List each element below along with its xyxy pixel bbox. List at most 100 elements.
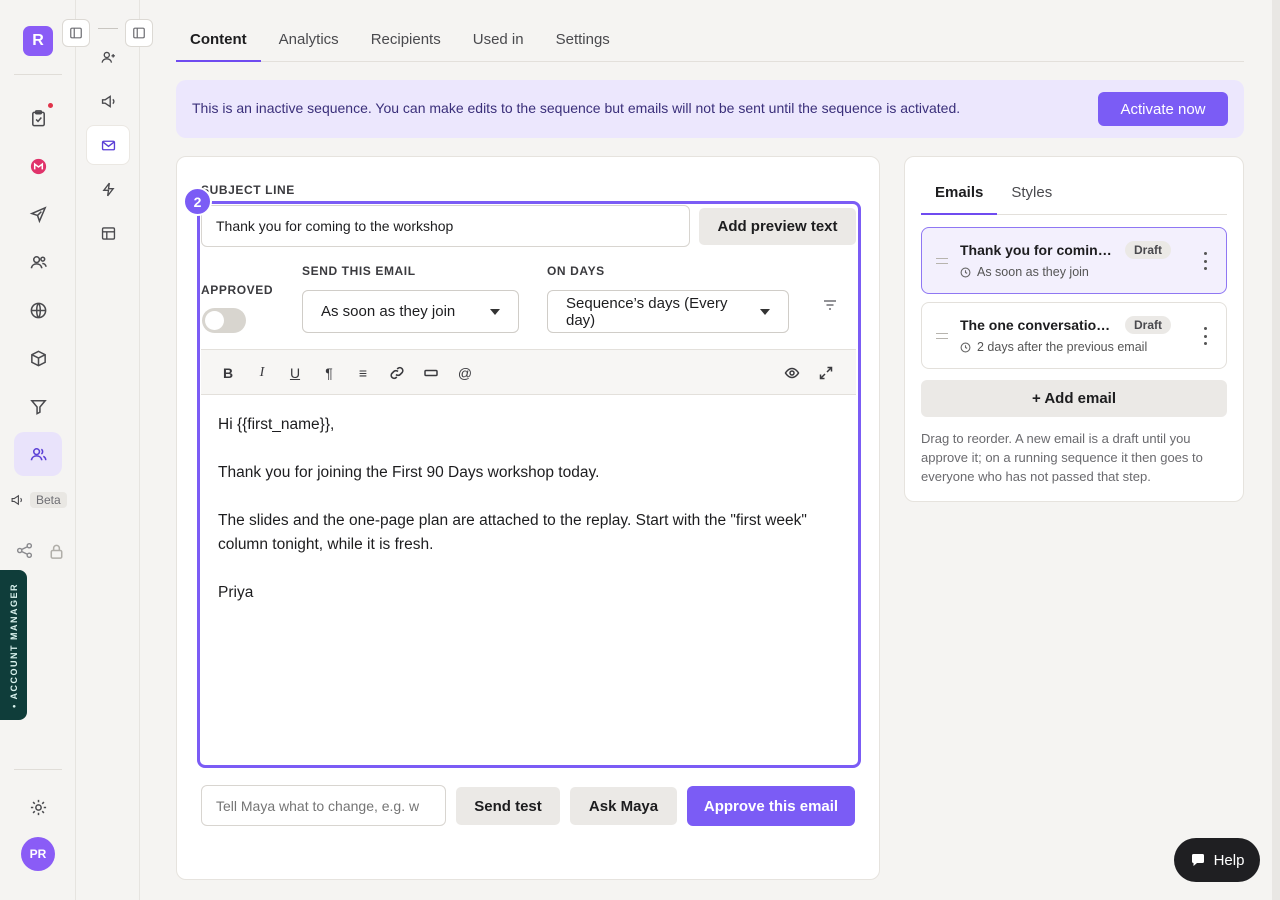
add-email-button[interactable]: + Add email	[921, 380, 1227, 417]
gmail-icon[interactable]	[24, 152, 52, 180]
subject-line-label: SUBJECT LINE	[201, 183, 295, 197]
tab-settings[interactable]: Settings	[542, 20, 624, 62]
drag-handle-icon[interactable]	[936, 333, 948, 339]
filter-icon[interactable]	[821, 296, 839, 314]
globe-icon[interactable]	[24, 296, 52, 324]
avatar[interactable]: PR	[21, 837, 55, 871]
help-button[interactable]: Help	[1174, 838, 1260, 882]
email-list-item[interactable]: Thank you for coming to the workshop Dra…	[921, 227, 1227, 294]
drag-handle-icon[interactable]	[936, 258, 948, 264]
maya-instruction-input[interactable]	[201, 785, 446, 826]
tab-emails[interactable]: Emails	[921, 173, 998, 215]
paragraph-button[interactable]: ¶	[318, 363, 340, 383]
email-title: The one conversation to have this week	[960, 317, 1118, 333]
clipboard-icon[interactable]	[24, 104, 52, 132]
underline-button[interactable]: U	[284, 363, 306, 383]
gear-icon[interactable]	[24, 793, 52, 821]
share-icon[interactable]	[10, 536, 38, 564]
email-list-item[interactable]: The one conversation to have this week D…	[921, 302, 1227, 369]
body-paragraph: Thank you for joining the First 90 Days …	[218, 464, 600, 481]
notification-dot	[48, 103, 53, 108]
send-this-email-label: SEND THIS EMAIL	[302, 264, 416, 278]
chat-bubble-icon	[1191, 854, 1204, 866]
email-body-editor[interactable]: Hi {{first_name}}, Thank you for joining…	[201, 395, 856, 763]
tab-content[interactable]: Content	[176, 20, 261, 62]
email-timing-text: 2 days after the previous email	[977, 340, 1148, 354]
banner-text: This is an inactive sequence. You can ma…	[192, 100, 961, 116]
eye-icon[interactable]	[781, 363, 803, 383]
email-timing: As soon as they join	[960, 265, 1089, 279]
on-days-value: Sequence’s days (Every day)	[566, 294, 728, 329]
megaphone-icon	[11, 494, 22, 506]
subject-input[interactable]	[201, 205, 690, 247]
rail-divider	[98, 28, 118, 29]
sequence-mail-icon[interactable]	[96, 133, 120, 157]
sequence-tabs: Content Analytics Recipients Used in Set…	[176, 20, 1244, 62]
automation-icon[interactable]	[96, 177, 120, 201]
approve-email-button[interactable]: Approve this email	[687, 786, 855, 826]
button-block-icon[interactable]	[420, 363, 442, 383]
send-timing-value: As soon as they join	[321, 303, 456, 320]
inactive-sequence-banner: This is an inactive sequence. You can ma…	[176, 80, 1244, 138]
expand-icon[interactable]	[815, 363, 837, 383]
ask-maya-button[interactable]: Ask Maya	[570, 787, 677, 825]
beta-badge: Beta	[30, 492, 67, 508]
bold-button[interactable]: B	[217, 363, 239, 383]
more-options-icon[interactable]	[1204, 252, 1208, 270]
italic-button[interactable]: I	[251, 363, 273, 383]
more-options-icon[interactable]	[1204, 327, 1208, 345]
email-title: Thank you for coming to the workshop	[960, 242, 1118, 258]
email-editor-card: SUBJECT LINE 2 Add preview text APPROVED…	[176, 156, 880, 880]
funnel-icon[interactable]	[24, 392, 52, 420]
workspace-logo[interactable]: R	[23, 26, 53, 56]
link-icon[interactable]	[386, 363, 408, 383]
formatting-toolbar: B I U ¶ ≡ @	[201, 349, 856, 395]
contacts-icon[interactable]	[96, 45, 120, 69]
status-badge: Draft	[1125, 241, 1172, 259]
tab-analytics[interactable]: Analytics	[265, 20, 353, 62]
beta-item[interactable]: Beta	[10, 492, 67, 508]
status-badge: Draft	[1125, 316, 1172, 334]
body-paragraph: The slides and the one-page plan are att…	[218, 512, 807, 553]
on-days-select[interactable]: Sequence’s days (Every day)	[547, 290, 789, 333]
chevron-down-icon	[490, 308, 500, 315]
secondary-sidebar	[62, 0, 153, 900]
help-label: Help	[1213, 851, 1245, 869]
reorder-help-text: Drag to reorder. A new email is a draft …	[921, 431, 1203, 484]
send-timing-select[interactable]: As soon as they join	[302, 290, 519, 333]
chevron-down-icon	[760, 308, 770, 315]
send-test-button[interactable]: Send test	[456, 787, 560, 825]
lock-icon	[44, 537, 68, 565]
add-preview-text-button[interactable]: Add preview text	[699, 208, 856, 245]
people-icon[interactable]	[24, 440, 52, 468]
activate-now-button[interactable]: Activate now	[1098, 92, 1228, 126]
clock-icon	[960, 267, 971, 277]
send-icon[interactable]	[24, 200, 52, 228]
rail-divider	[14, 769, 62, 770]
sidebar-toggle-icon	[70, 27, 82, 39]
tab-styles[interactable]: Styles	[997, 173, 1066, 215]
account-manager-label: • ACCOUNT MANAGER	[8, 582, 19, 708]
layout-icon[interactable]	[96, 221, 120, 245]
approved-toggle[interactable]	[202, 308, 246, 333]
approved-label: APPROVED	[201, 283, 274, 297]
email-timing: 2 days after the previous email	[960, 340, 1147, 354]
panel-tabs: Emails Styles	[921, 173, 1227, 215]
box-icon[interactable]	[24, 344, 52, 372]
mention-button[interactable]: @	[454, 363, 476, 383]
step-number-badge: 2	[183, 187, 212, 216]
clock-icon	[960, 342, 971, 352]
list-button[interactable]: ≡	[352, 363, 374, 383]
expand-panel-button[interactable]	[125, 19, 153, 47]
collapse-sidebar-button[interactable]	[62, 19, 90, 47]
account-manager-tab[interactable]: • ACCOUNT MANAGER	[0, 570, 27, 720]
on-days-label: ON DAYS	[547, 264, 605, 278]
sidebar-toggle-icon	[133, 27, 145, 39]
primary-sidebar: R Beta • ACCOUNT MANAGER PR	[0, 0, 76, 900]
body-paragraph: Hi {{first_name}},	[218, 416, 335, 433]
tab-used-in[interactable]: Used in	[459, 20, 538, 62]
tab-recipients[interactable]: Recipients	[357, 20, 455, 62]
rail-divider	[14, 74, 62, 75]
users-icon[interactable]	[24, 248, 52, 276]
broadcast-icon[interactable]	[96, 89, 120, 113]
